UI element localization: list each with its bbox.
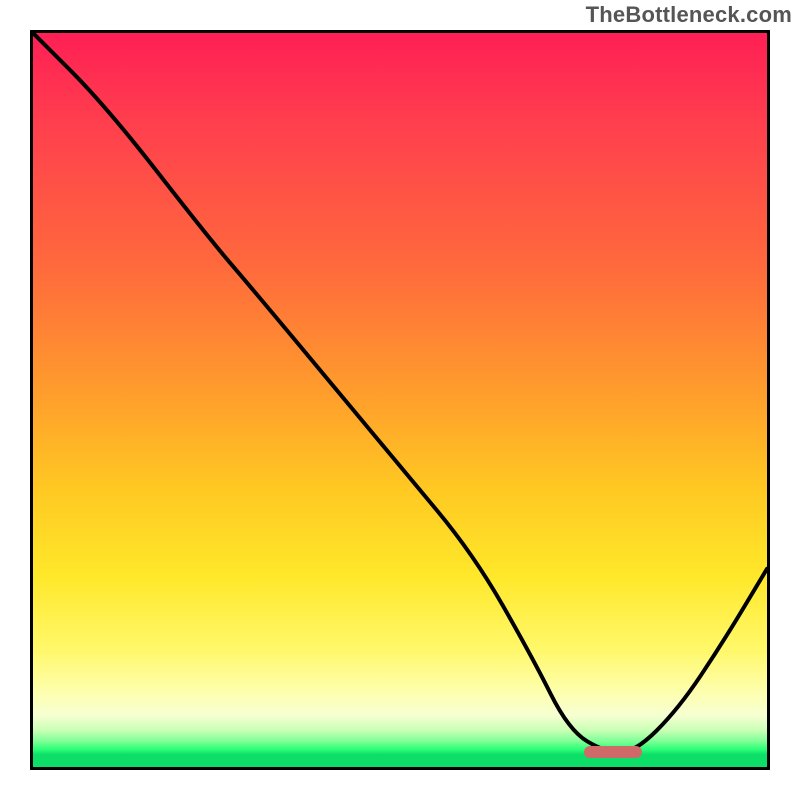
optimal-range-marker [584, 746, 643, 758]
watermark-text: TheBottleneck.com [586, 2, 792, 28]
chart-plot-area [30, 30, 770, 770]
bottleneck-curve [33, 33, 767, 752]
chart-curve-svg [33, 33, 767, 767]
